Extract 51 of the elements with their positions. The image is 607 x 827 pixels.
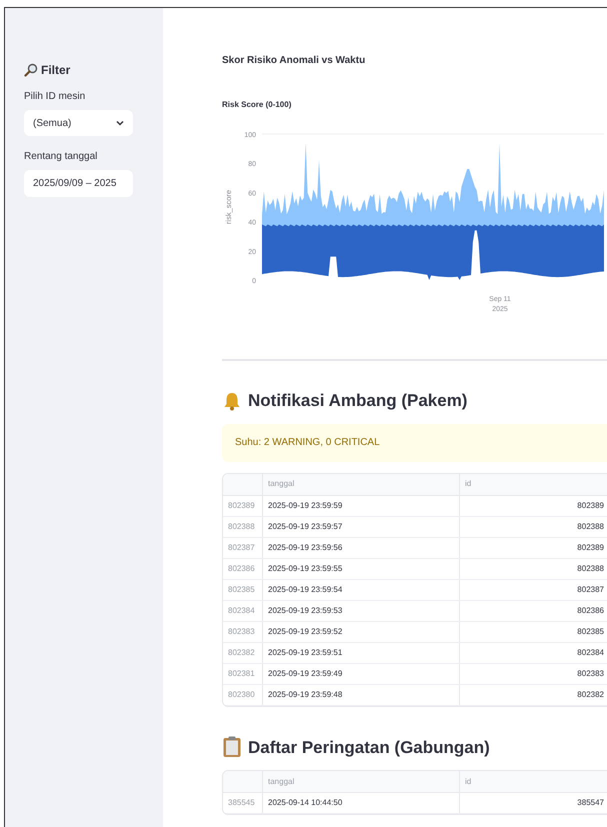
table-cell: 802385 <box>577 626 604 638</box>
row-index: 802384 <box>228 604 255 616</box>
table-cell: 2025-09-19 23:59:57 <box>268 520 342 532</box>
row-index: 802382 <box>228 646 255 658</box>
clipboard-icon <box>222 736 242 758</box>
table-cell: 802389 <box>577 542 604 554</box>
row-index: 802387 <box>228 542 255 554</box>
table-cell: 2025-09-19 23:59:53 <box>268 604 342 616</box>
table-cell: 385547 <box>577 797 604 809</box>
chevron-down-icon <box>116 120 124 126</box>
row-index: 802383 <box>228 626 255 638</box>
table-cell: 802389 <box>577 500 604 512</box>
table-cell: 2025-09-19 23:59:56 <box>268 542 342 554</box>
row-index: 385545 <box>228 797 255 809</box>
table-cell: 2025-09-19 23:59:51 <box>268 646 342 658</box>
table-cell: 802383 <box>577 668 604 680</box>
column-header: tanggal <box>268 776 294 788</box>
column-header: id <box>465 478 472 490</box>
table-cell: 2025-09-19 23:59:52 <box>268 626 342 638</box>
date-range-field[interactable]: 2025/09/09 – 2025 <box>24 170 133 197</box>
row-index: 802389 <box>228 500 255 512</box>
row-index: 802385 <box>228 584 255 596</box>
machine-select[interactable]: (Semua) <box>24 110 133 136</box>
sidebar-title: Filter <box>41 62 70 79</box>
table-cell: 2025-09-19 23:59:48 <box>268 688 342 700</box>
table-cell: 802386 <box>577 604 604 616</box>
chart-subtitle: Risk Score (0-100) <box>222 99 292 111</box>
chart-title: Skor Risiko Anomali vs Waktu <box>222 54 366 68</box>
row-index: 802380 <box>228 688 255 700</box>
table-cell: 2025-09-14 10:44:50 <box>268 797 342 809</box>
row-index: 802388 <box>228 520 255 532</box>
bell-icon <box>222 390 242 411</box>
section-heading: Notifikasi Ambang (Pakem) <box>248 390 468 412</box>
table-cell: 2025-09-19 23:59:55 <box>268 562 342 574</box>
table-cell: 802388 <box>577 562 604 574</box>
search-icon <box>24 63 38 77</box>
table-cell: 2025-09-19 23:59:49 <box>268 668 342 680</box>
column-header: id <box>465 776 472 788</box>
row-index: 802386 <box>228 562 255 574</box>
table-cell: 802387 <box>577 584 604 596</box>
field-label: Pilih ID mesin <box>24 90 86 104</box>
field-label: Rentang tanggal <box>24 150 98 164</box>
warning-alert: Suhu: 2 WARNING, 0 CRITICAL <box>222 424 607 462</box>
section-heading: Daftar Peringatan (Gabungan) <box>248 736 490 759</box>
table-cell: 802384 <box>577 646 604 658</box>
table-cell: 2025-09-19 23:59:59 <box>268 500 342 512</box>
table-cell: 2025-09-19 23:59:54 <box>268 584 342 596</box>
table-cell: 802388 <box>577 520 604 532</box>
column-header: tanggal <box>268 478 294 490</box>
table-cell: 802382 <box>577 688 604 700</box>
row-index: 802381 <box>228 668 255 680</box>
